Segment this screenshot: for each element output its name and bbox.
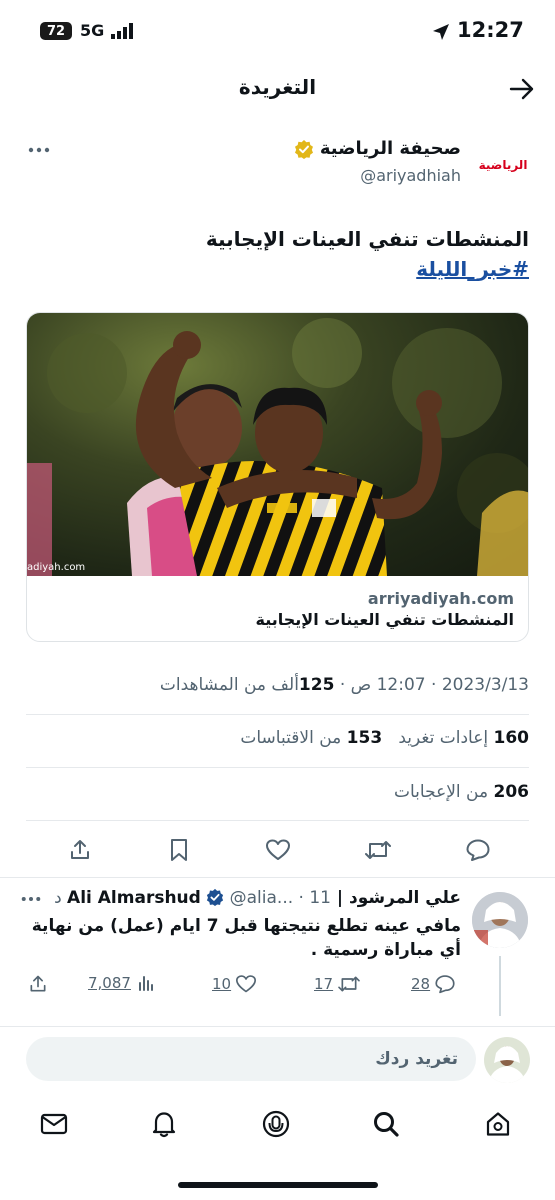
reply-icon: [466, 839, 490, 861]
share-icon: [71, 840, 89, 859]
reply-retweet-button[interactable]: 17: [314, 974, 361, 994]
reply-icon: [435, 975, 455, 994]
retweet-icon: [365, 841, 391, 859]
views-icon: [138, 976, 153, 991]
reply-share-button[interactable]: [28, 974, 48, 994]
share-button[interactable]: [64, 834, 96, 866]
retweet-button[interactable]: [362, 834, 394, 866]
tweet-text-line: المنشطات تنفي العينات الإيجابية: [205, 227, 529, 251]
author-handle[interactable]: @ariyadhiah: [360, 166, 461, 185]
back-button[interactable]: [505, 74, 539, 104]
page-title: التغريدة: [238, 75, 317, 99]
spaces-icon: [262, 1110, 290, 1138]
verified-badge-icon: [294, 139, 313, 159]
nav-spaces[interactable]: [258, 1106, 294, 1142]
tweet-text: المنشطات تنفي العينات الإيجابية #خبر_الل…: [26, 224, 529, 284]
reply-header: علي المرشود | Ali Almarshud @alia... · 1…: [54, 888, 461, 908]
status-bar: 72 5G 12:27: [0, 0, 555, 62]
author-name[interactable]: صحيفة الرياضية: [320, 138, 461, 159]
quotes-count: 153: [346, 728, 383, 748]
reply-more-button[interactable]: [18, 890, 44, 908]
signal-icon: [110, 22, 136, 40]
mail-icon: [40, 1113, 68, 1135]
bookmark-icon: [171, 839, 187, 861]
quotes-stat[interactable]: 153 من الاقتباسات: [240, 728, 382, 748]
reply-replies-count: 28: [411, 975, 431, 993]
like-button[interactable]: [262, 834, 294, 866]
views-label: ألف من المشاهدات: [159, 675, 299, 695]
battery-indicator: 72: [40, 22, 72, 40]
retweets-label: إعادات تغريد: [398, 728, 489, 748]
bottom-nav: [0, 1094, 555, 1156]
network-label: 5G: [80, 21, 105, 40]
retweet-icon: [338, 976, 360, 992]
search-icon: [374, 1112, 399, 1137]
reply-avatar[interactable]: [472, 892, 528, 948]
tweet-author[interactable]: الرياضية صحيفة الرياضية @ariyadhiah: [0, 130, 555, 190]
home-icon: [486, 1112, 510, 1136]
hashtag-link[interactable]: #خبر_الليلة: [26, 254, 529, 284]
verified-badge-icon: [207, 888, 224, 906]
views-count: 125: [298, 675, 335, 695]
likes-label: من الإعجابات: [394, 782, 489, 802]
likes-count: 206: [493, 782, 530, 802]
battery-level: 72: [46, 23, 66, 39]
quotes-label: من الاقتباسات: [240, 728, 342, 748]
more-icon: [28, 147, 50, 153]
reply-handle[interactable]: @alia...: [230, 888, 294, 908]
reply-views-button[interactable]: 7,087: [88, 974, 155, 992]
home-indicator: [178, 1182, 378, 1188]
card-domain: arriyadiyah.com: [367, 589, 514, 608]
compose-avatar: [484, 1037, 530, 1083]
clock: 12:27: [457, 18, 524, 42]
heart-icon: [266, 839, 290, 860]
avatar-logo: الرياضية: [478, 158, 528, 172]
retweets-count: 160: [493, 728, 530, 748]
header: التغريدة: [0, 62, 555, 118]
reply-likes-count: 10: [212, 975, 232, 993]
link-card[interactable]: adiyah.com arriyadiyah.com المنشطات تنفي…: [26, 312, 529, 642]
more-icon: [21, 897, 41, 901]
image-watermark: adiyah.com: [27, 562, 86, 573]
card-title: المنشطات تنفي العينات الإيجابية: [255, 610, 514, 629]
football-celebration-image: [27, 318, 528, 576]
compose-bar: تغريد ردك: [0, 1027, 555, 1093]
reply-text-line: أي مباراة رسمية .: [310, 940, 461, 960]
reply-compose-input[interactable]: تغريد ردك: [26, 1037, 476, 1081]
more-button[interactable]: [24, 138, 54, 162]
reply-reply-button[interactable]: 28: [411, 974, 456, 994]
nav-notifications[interactable]: [146, 1106, 182, 1142]
retweets-stat[interactable]: 160 إعادات تغريد: [393, 728, 529, 748]
reply-views-count: 7,087: [88, 974, 131, 992]
tweet-stats-row: 160 إعادات تغريد 153 من الاقتباسات: [240, 728, 529, 748]
tweet-action-bar: [0, 832, 555, 868]
reply-retweets-count: 17: [314, 975, 334, 993]
nav-search[interactable]: [368, 1106, 404, 1142]
location-icon: [431, 22, 451, 42]
share-icon: [30, 975, 46, 992]
reply-action-row: 7,087 10 17 28: [0, 974, 555, 998]
nav-home[interactable]: [480, 1106, 516, 1142]
author-avatar[interactable]: الرياضية: [478, 140, 528, 190]
reply-button[interactable]: [462, 834, 494, 866]
tweet-time[interactable]: 12:07 ص: [351, 675, 426, 695]
reply-text: مافي عينه تطلع نتيجتها قبل 7 ايام (عمل) …: [21, 914, 461, 962]
bookmark-button[interactable]: [163, 834, 195, 866]
heart-icon: [236, 975, 257, 993]
reply-text-line: مافي عينه تطلع نتيجتها قبل 7 ايام (عمل) …: [31, 916, 461, 936]
arrow-right-icon: [509, 78, 534, 100]
reply-like-button[interactable]: 10: [212, 974, 257, 994]
compose-placeholder: تغريد ردك: [375, 1049, 458, 1069]
tweet-date[interactable]: 2023/3/13: [442, 675, 529, 695]
card-image: adiyah.com: [27, 313, 528, 576]
reply-tweet[interactable]: علي المرشود | Ali Almarshud @alia... · 1…: [0, 878, 555, 1026]
likes-stat[interactable]: 206 من الإعجابات: [394, 782, 529, 802]
tweet-meta: 2023/3/13 · 12:07 ص · 125ألف من المشاهدا…: [159, 675, 529, 695]
bell-icon: [152, 1112, 176, 1138]
nav-messages[interactable]: [36, 1106, 72, 1142]
